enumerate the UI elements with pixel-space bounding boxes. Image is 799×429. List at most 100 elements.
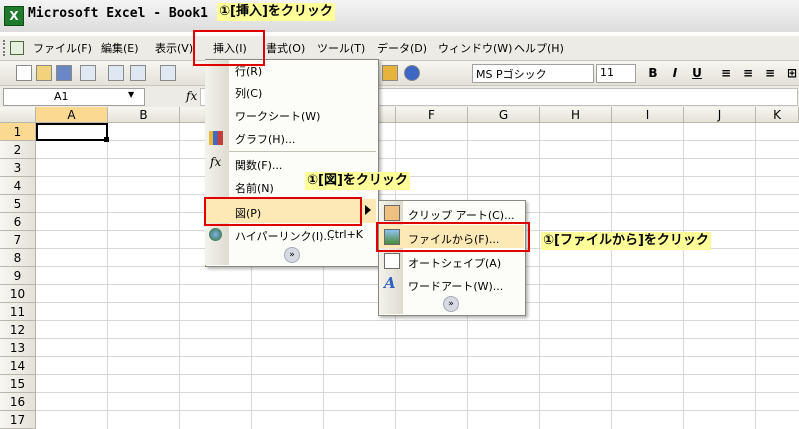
menu-grip[interactable] (3, 40, 9, 56)
menu-view[interactable]: 表示(V) (155, 40, 193, 56)
chart-icon (209, 131, 223, 145)
row-header[interactable]: 3 (0, 159, 36, 177)
expand-chevron-icon[interactable]: » (443, 296, 459, 312)
annotation-step-from-file: ①[ファイルから]をクリック (541, 232, 711, 250)
column-header[interactable]: H (540, 107, 612, 123)
menu-window[interactable]: ウィンドウ(W) (438, 40, 512, 56)
function-icon: fx (210, 155, 222, 169)
underline-button[interactable]: U (689, 65, 705, 81)
window-title: Microsoft Excel - Book1 (28, 6, 209, 21)
open-icon[interactable] (36, 65, 52, 81)
italic-button[interactable]: I (667, 65, 683, 81)
menu-item-chart[interactable]: グラフ(H)... (235, 131, 295, 147)
font-name-value: MS Pゴシック (476, 68, 547, 81)
menu-data[interactable]: データ(D) (377, 40, 427, 56)
spelling-icon[interactable] (160, 65, 176, 81)
submenu-item-autoshapes[interactable]: オートシェイプ(A) (408, 255, 501, 271)
fill-handle[interactable] (104, 137, 109, 142)
insert-function-icon[interactable]: fx (186, 89, 197, 103)
gridline (36, 374, 799, 375)
menu-item-name[interactable]: 名前(N) (235, 180, 274, 196)
print-icon[interactable] (108, 65, 124, 81)
align-center-icon[interactable]: ≡ (740, 65, 756, 81)
gridline (36, 356, 799, 357)
menu-format[interactable]: 書式(O) (266, 40, 305, 56)
annotation-box-from-file (376, 222, 530, 252)
document-icon[interactable] (10, 41, 24, 55)
row-header[interactable]: 10 (0, 285, 36, 303)
bold-button[interactable]: B (645, 65, 661, 81)
column-header[interactable]: K (756, 107, 799, 123)
annotation-box-insert (193, 30, 265, 66)
row-header[interactable]: 1 (0, 123, 36, 141)
gridline (36, 410, 799, 411)
gridline (36, 140, 799, 141)
menu-divider (229, 151, 376, 152)
menu-file[interactable]: ファイル(F) (33, 40, 92, 56)
gridline (36, 392, 799, 393)
menu-edit[interactable]: 編集(E) (101, 40, 139, 56)
column-header[interactable]: B (108, 107, 180, 123)
row-header[interactable]: 5 (0, 195, 36, 213)
row-header[interactable]: 9 (0, 267, 36, 285)
menu-item-hyperlink[interactable]: ハイパーリンク(I)... (235, 228, 334, 244)
menu-help[interactable]: ヘルプ(H) (514, 40, 564, 56)
row-header[interactable]: 17 (0, 411, 36, 429)
font-size-value: 11 (600, 66, 614, 79)
menu-item-function[interactable]: 関数(F)... (235, 157, 282, 173)
name-box-value: A1 (54, 90, 69, 103)
gridline (107, 123, 108, 429)
column-header[interactable]: J (684, 107, 756, 123)
print-preview-icon[interactable] (130, 65, 146, 81)
active-cell-a1[interactable] (36, 123, 108, 141)
excel-app-icon: X (4, 6, 24, 26)
align-left-icon[interactable]: ≡ (718, 65, 734, 81)
help-icon[interactable] (404, 65, 420, 81)
column-header[interactable]: F (396, 107, 468, 123)
gridline (539, 123, 540, 429)
expand-chevron-icon[interactable]: » (284, 247, 300, 263)
chart-wizard-icon[interactable] (382, 65, 398, 81)
chevron-down-icon[interactable]: ▼ (128, 90, 134, 99)
formula-bar: A1 ▼ fx (0, 86, 799, 108)
annotation-box-picture (204, 197, 362, 226)
annotation-step-picture: ①[図]をクリック (305, 172, 410, 190)
column-header[interactable]: G (468, 107, 540, 123)
menu-item-columns[interactable]: 列(C) (235, 85, 262, 101)
merge-center-icon[interactable]: ⊞ (784, 65, 799, 81)
gridline (36, 320, 799, 321)
column-header[interactable]: I (612, 107, 684, 123)
column-header[interactable]: A (36, 107, 108, 123)
gridline (179, 123, 180, 429)
name-box[interactable] (3, 88, 145, 106)
autoshape-icon (384, 253, 400, 269)
align-right-icon[interactable]: ≡ (762, 65, 778, 81)
row-header[interactable]: 11 (0, 303, 36, 321)
menu-tools[interactable]: ツール(T) (317, 40, 365, 56)
save-icon[interactable] (56, 65, 72, 81)
hyperlink-icon (209, 228, 222, 241)
clipart-icon (384, 205, 400, 221)
row-header[interactable]: 13 (0, 339, 36, 357)
submenu-arrow-icon (365, 205, 371, 215)
select-all-corner[interactable] (0, 107, 36, 123)
row-header[interactable]: 15 (0, 375, 36, 393)
gridline (36, 338, 799, 339)
permission-icon[interactable] (80, 65, 96, 81)
row-header[interactable]: 14 (0, 357, 36, 375)
row-header[interactable]: 8 (0, 249, 36, 267)
new-icon[interactable] (16, 65, 32, 81)
menu-item-worksheet[interactable]: ワークシート(W) (235, 108, 320, 124)
annotation-step-insert: ①[挿入]をクリック (217, 3, 335, 21)
submenu-item-clipart[interactable]: クリップ アート(C)... (408, 207, 515, 223)
submenu-item-wordart[interactable]: ワードアート(W)... (408, 278, 503, 294)
wordart-icon: A (384, 274, 396, 292)
standard-toolbar: MS Pゴシック 11 B I U ≡ ≡ ≡ ⊞ (0, 61, 799, 86)
row-header[interactable]: 2 (0, 141, 36, 159)
row-header[interactable]: 7 (0, 231, 36, 249)
row-header[interactable]: 4 (0, 177, 36, 195)
row-header[interactable]: 6 (0, 213, 36, 231)
gridline (611, 123, 612, 429)
row-header[interactable]: 16 (0, 393, 36, 411)
row-header[interactable]: 12 (0, 321, 36, 339)
